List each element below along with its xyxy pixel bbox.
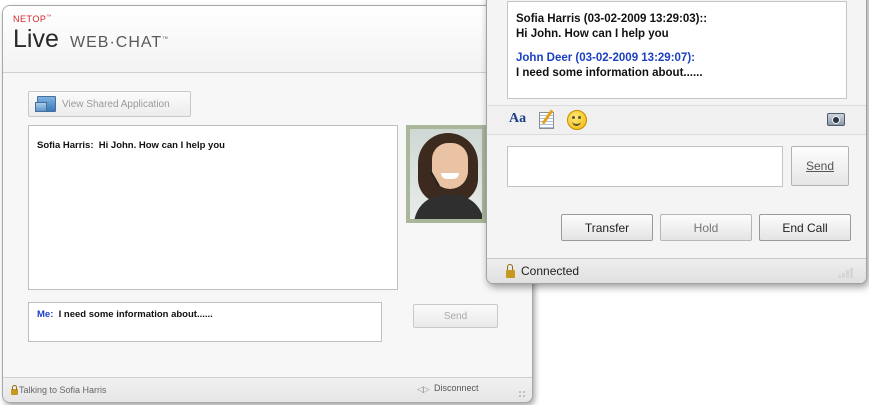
message-text: Hi John. How can I help you [516, 28, 669, 40]
disconnect-link[interactable]: Disconnect [434, 383, 479, 393]
transfer-button[interactable]: Transfer [561, 214, 653, 241]
webchat-logo-text: WEB·CHAT™ [70, 34, 170, 51]
status-bar: Talking to Sofia Harris ◁▷ Disconnect [3, 377, 532, 402]
message-input[interactable]: Me: I need some information about...... [28, 302, 382, 342]
emoticon-icon[interactable] [567, 110, 587, 130]
shared-application-icon [35, 96, 56, 112]
resize-grip-icon[interactable] [518, 390, 526, 398]
end-call-button[interactable]: End Call [759, 214, 851, 241]
chat-transcript[interactable]: Sofia Harris: Hi John. How can I help yo… [28, 125, 398, 290]
chat-message: Hi John. How can I help you [98, 140, 225, 151]
disconnect-icon: ◁▷ [417, 384, 430, 394]
lock-icon [11, 385, 18, 395]
web-chat-window: NETOP™ Live WEB·CHAT™ View Shared Applic… [2, 5, 533, 403]
agent-chat-window: Sofia Harris (03-02-2009 13:29:03):: Hi … [486, 0, 867, 284]
live-logo-text: Live [13, 25, 59, 53]
netop-logo: NETOP™ [13, 14, 52, 24]
camera-icon[interactable] [827, 113, 845, 126]
lock-icon [506, 264, 515, 278]
chat-transcript[interactable]: Sofia Harris (03-02-2009 13:29:03):: Hi … [507, 1, 847, 99]
connection-status: Connected [521, 264, 580, 278]
message-header: Sofia Harris (03-02-2009 13:29:03):: [516, 13, 708, 25]
formatting-toolbar: Aa [487, 105, 866, 135]
chat-sender: Sofia Harris: [37, 140, 94, 151]
send-button[interactable]: Send [791, 146, 849, 186]
notes-icon[interactable] [539, 112, 554, 129]
agent-photo [406, 125, 486, 223]
input-sender-label: Me: [37, 309, 54, 320]
send-button[interactable]: Send [413, 304, 498, 328]
input-text: I need some information about...... [58, 309, 213, 320]
status-bar: Connected [487, 258, 866, 283]
view-shared-application-button[interactable]: View Shared Application [28, 91, 191, 117]
hold-button[interactable]: Hold [660, 214, 752, 241]
signal-strength-icon [838, 268, 854, 278]
message-input[interactable] [507, 146, 783, 187]
view-shared-application-label: View Shared Application [62, 98, 170, 110]
status-text: Talking to Sofia Harris [19, 385, 107, 395]
font-icon[interactable]: Aa [509, 111, 526, 127]
message-header: John Deer (03-02-2009 13:29:07): [516, 52, 695, 64]
message-text: I need some information about...... [516, 67, 703, 79]
brand-header: NETOP™ Live WEB·CHAT™ [3, 6, 532, 73]
